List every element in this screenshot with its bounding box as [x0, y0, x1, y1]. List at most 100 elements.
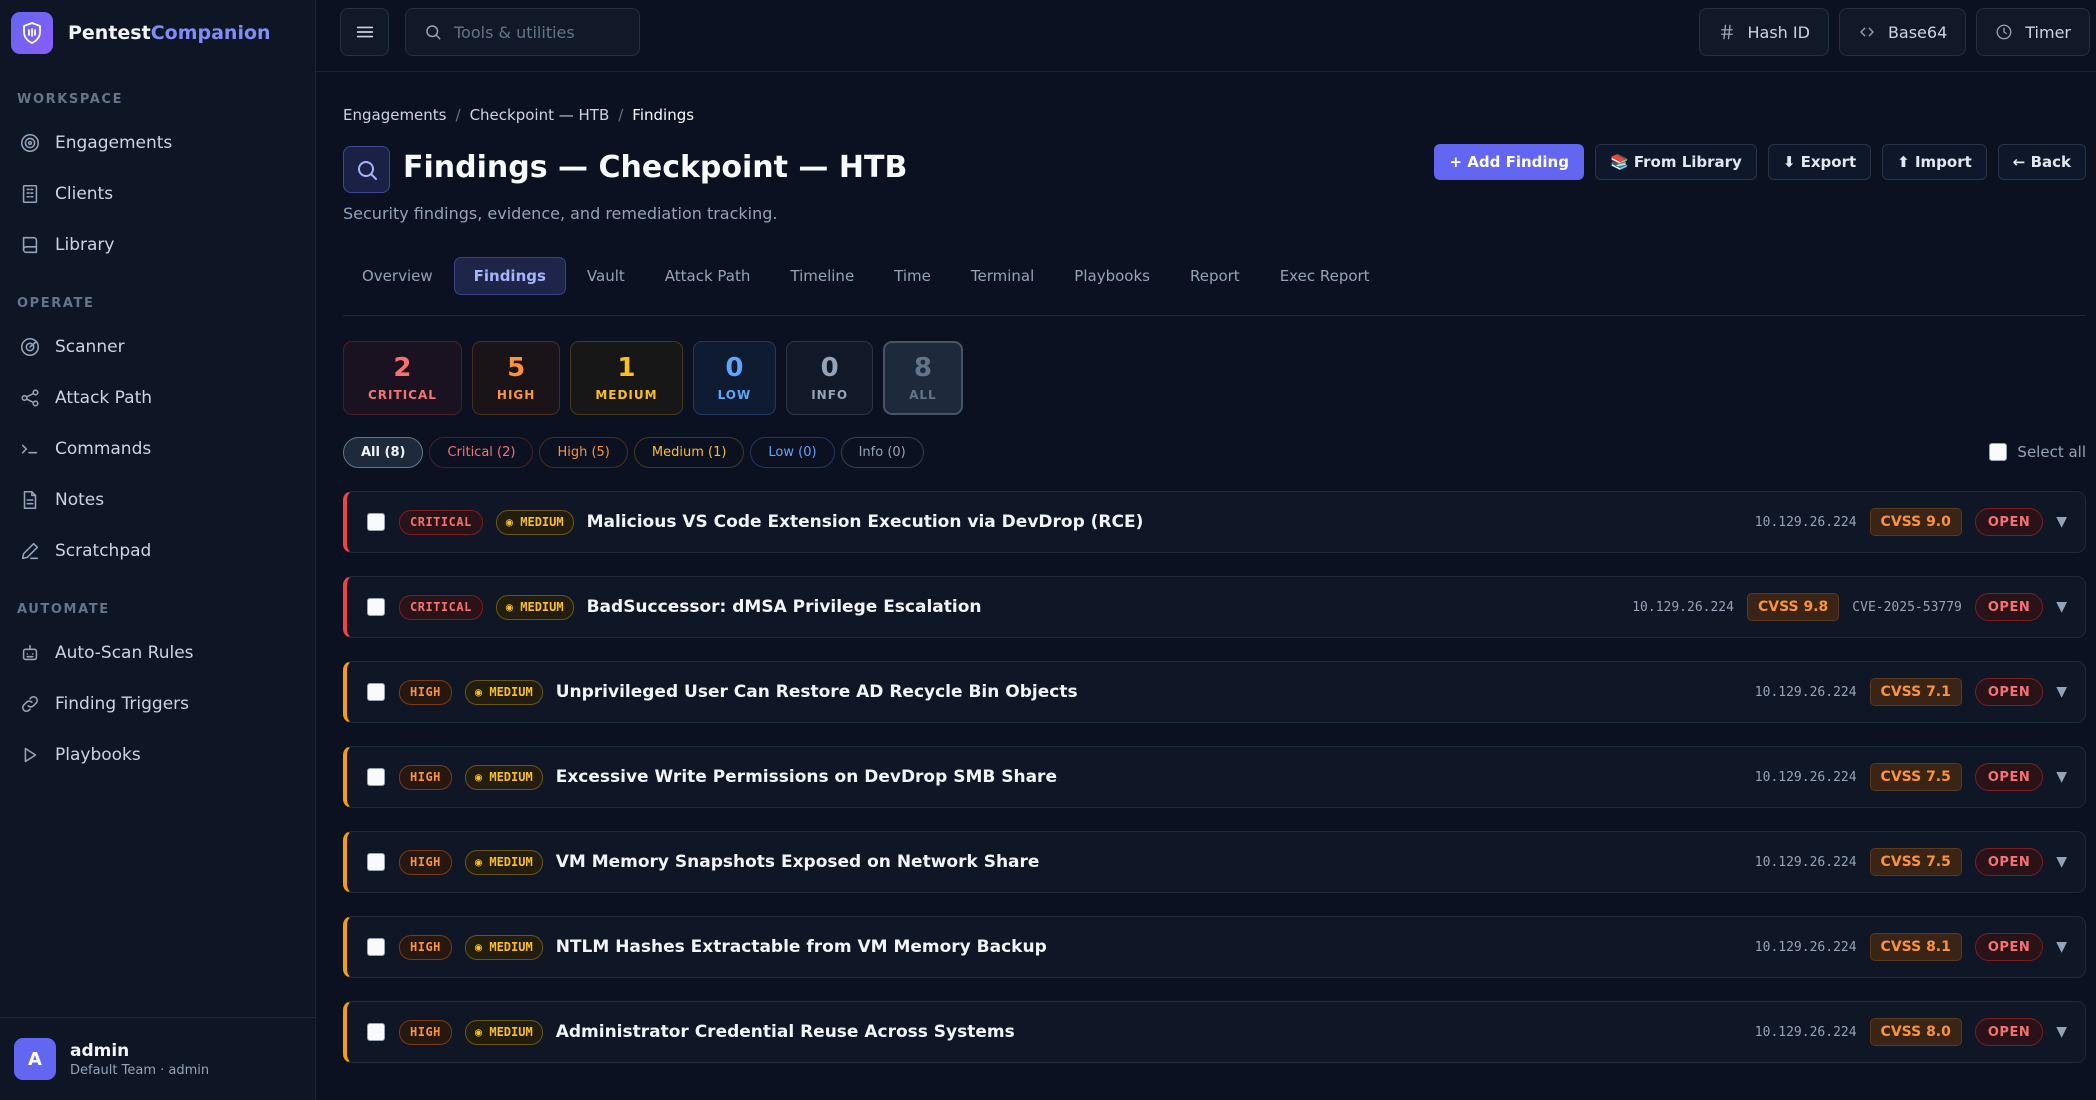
select-all[interactable]: Select all [1989, 443, 2086, 461]
avatar: A [14, 1038, 56, 1080]
from-library-button[interactable]: 📚 From Library [1594, 144, 1757, 180]
sidebar-item-scratchpad[interactable]: Scratchpad [0, 525, 315, 576]
tab-attack-path[interactable]: Attack Path [646, 257, 770, 295]
select-all-checkbox[interactable] [1989, 443, 2008, 461]
finding-title[interactable]: VM Memory Snapshots Exposed on Network S… [556, 852, 1040, 872]
finding-title[interactable]: NTLM Hashes Extractable from VM Memory B… [556, 937, 1047, 957]
stat-high[interactable]: 5 HIGH [471, 341, 561, 415]
sidebar-item-label: Attack Path [55, 387, 153, 408]
finding-ip: 10.129.26.224 [1754, 854, 1857, 870]
brand-name: PentestCompanion [68, 22, 271, 44]
base64-button[interactable]: Base64 [1838, 8, 1967, 56]
sidebar-item-library[interactable]: Library [0, 219, 315, 270]
timer-label: Timer [2025, 22, 2071, 42]
finding-checkbox[interactable] [367, 513, 385, 531]
stat-info[interactable]: 0 INFO [786, 341, 874, 415]
status-badge: OPEN [1974, 933, 2044, 961]
filter-medium[interactable]: Medium (1) [633, 437, 745, 468]
cvss-badge: CVSS 7.5 [1869, 848, 1962, 876]
sidebar-item-label: Library [55, 234, 115, 255]
stat-all[interactable]: 8 ALL [883, 341, 963, 415]
tab-vault[interactable]: Vault [568, 257, 644, 295]
sidebar-item-notes[interactable]: Notes [0, 474, 315, 525]
back-button[interactable]: ← Back [1997, 144, 2086, 180]
severity-badge: HIGH [399, 679, 452, 705]
chevron-down-icon[interactable]: ▼ [2056, 1024, 2067, 1040]
tab-playbooks[interactable]: Playbooks [1055, 257, 1169, 295]
tab-overview[interactable]: Overview [343, 257, 452, 295]
finding-checkbox[interactable] [367, 768, 385, 786]
menu-button[interactable] [340, 8, 389, 56]
import-button[interactable]: ⬆ Import [1882, 144, 1987, 180]
chevron-down-icon[interactable]: ▼ [2056, 599, 2067, 615]
tab-terminal[interactable]: Terminal [952, 257, 1053, 295]
sidebar-item-engagements[interactable]: Engagements [0, 117, 315, 168]
severity-badge: HIGH [399, 1019, 452, 1045]
finding-row[interactable]: HIGH ◉ MEDIUM VM Memory Snapshots Expose… [343, 831, 2086, 893]
section-label-workspace: WORKSPACE [17, 92, 124, 107]
add-finding-button[interactable]: + Add Finding [1434, 144, 1584, 180]
finding-checkbox[interactable] [367, 598, 385, 616]
breadcrumb-engagements[interactable]: Engagements [343, 106, 447, 124]
chevron-down-icon[interactable]: ▼ [2056, 684, 2067, 700]
sidebar-item-scanner[interactable]: Scanner [0, 321, 315, 372]
finding-row[interactable]: HIGH ◉ MEDIUM Unprivileged User Can Rest… [343, 661, 2086, 723]
sidebar-item-label: Playbooks [55, 744, 141, 765]
tab-timeline[interactable]: Timeline [771, 257, 873, 295]
hash-id-button[interactable]: Hash ID [1698, 8, 1829, 56]
sidebar-item-commands[interactable]: Commands [0, 423, 315, 474]
stat-medium[interactable]: 1 MEDIUM [570, 341, 683, 415]
chevron-down-icon[interactable]: ▼ [2056, 514, 2067, 530]
finding-row[interactable]: CRITICAL ◉ MEDIUM Malicious VS Code Exte… [343, 491, 2086, 553]
filter-high[interactable]: High (5) [539, 437, 628, 468]
search-box[interactable] [405, 8, 640, 56]
finding-row[interactable]: HIGH ◉ MEDIUM Administrator Credential R… [343, 1001, 2086, 1063]
sidebar-item-finding-triggers[interactable]: Finding Triggers [0, 678, 315, 729]
finding-row[interactable]: HIGH ◉ MEDIUM NTLM Hashes Extractable fr… [343, 916, 2086, 978]
tab-report[interactable]: Report [1171, 257, 1259, 295]
finding-title[interactable]: Excessive Write Permissions on DevDrop S… [556, 767, 1057, 787]
play-icon [24, 747, 37, 762]
finding-title[interactable]: Malicious VS Code Extension Execution vi… [587, 512, 1144, 532]
finding-checkbox[interactable] [367, 1023, 385, 1041]
finding-title[interactable]: Administrator Credential Reuse Across Sy… [556, 1022, 1015, 1042]
finding-title[interactable]: Unprivileged User Can Restore AD Recycle… [556, 682, 1078, 702]
finding-checkbox[interactable] [367, 853, 385, 871]
severity-badge: HIGH [399, 934, 452, 960]
confidence-badge: ◉ MEDIUM [464, 764, 543, 790]
finding-row[interactable]: CRITICAL ◉ MEDIUM BadSuccessor: dMSA Pri… [343, 576, 2086, 638]
stat-label: INFO [811, 387, 849, 402]
finding-row[interactable]: HIGH ◉ MEDIUM Excessive Write Permission… [343, 746, 2086, 808]
finding-checkbox[interactable] [367, 938, 385, 956]
chevron-down-icon[interactable]: ▼ [2056, 939, 2067, 955]
stat-low[interactable]: 0 LOW [692, 341, 777, 415]
status-badge: OPEN [1974, 763, 2044, 791]
sidebar-item-clients[interactable]: Clients [0, 168, 315, 219]
filter-critical[interactable]: Critical (2) [429, 437, 534, 468]
sidebar-item-attack-path[interactable]: Attack Path [0, 372, 315, 423]
status-badge: OPEN [1974, 1018, 2044, 1046]
chevron-down-icon[interactable]: ▼ [2056, 769, 2067, 785]
stat-label: ALL [909, 387, 937, 402]
stat-critical[interactable]: 2 CRITICAL [343, 341, 462, 415]
sidebar-item-playbooks[interactable]: Playbooks [0, 729, 315, 780]
link-icon [22, 695, 38, 712]
export-button[interactable]: ⬇ Export [1767, 144, 1872, 180]
filter-low[interactable]: Low (0) [750, 437, 835, 468]
tab-findings[interactable]: Findings [453, 256, 566, 295]
breadcrumb-engagement[interactable]: Checkpoint — HTB [470, 106, 610, 124]
breadcrumb-separator: / [618, 106, 624, 124]
timer-button[interactable]: Timer [1976, 8, 2090, 56]
filter-all[interactable]: All (8) [343, 437, 424, 468]
finding-checkbox[interactable] [367, 683, 385, 701]
confidence-badge: ◉ MEDIUM [464, 679, 543, 705]
chevron-down-icon[interactable]: ▼ [2056, 854, 2067, 870]
brand[interactable]: PentestCompanion [0, 0, 315, 66]
search-input[interactable] [454, 22, 634, 42]
tab-exec-report[interactable]: Exec Report [1261, 257, 1389, 295]
user-profile[interactable]: A admin Default Team · admin [0, 1017, 316, 1100]
filter-info[interactable]: Info (0) [840, 437, 924, 468]
tab-time[interactable]: Time [875, 257, 950, 295]
sidebar-item-auto-scan-rules[interactable]: Auto-Scan Rules [0, 627, 315, 678]
finding-title[interactable]: BadSuccessor: dMSA Privilege Escalation [587, 597, 982, 617]
